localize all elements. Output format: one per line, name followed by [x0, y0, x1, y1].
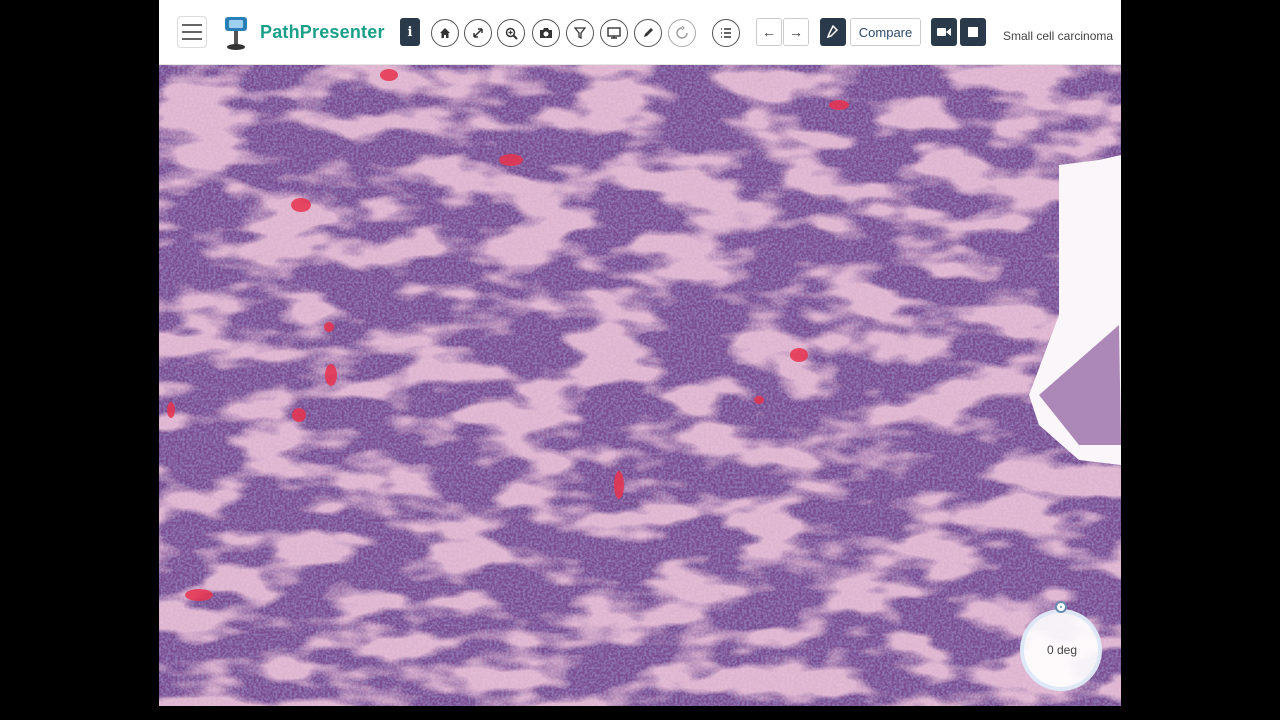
monitor-button[interactable] — [600, 19, 628, 47]
menu-button[interactable] — [177, 16, 207, 48]
pencil-icon — [644, 28, 653, 37]
compare-button[interactable]: Compare — [850, 18, 921, 46]
next-button[interactable]: → — [783, 18, 809, 46]
rotation-dial[interactable]: 0 deg — [1018, 601, 1110, 693]
menu-line — [182, 38, 202, 40]
slide-viewer[interactable] — [159, 65, 1121, 706]
filter-button[interactable] — [566, 19, 594, 47]
stop-icon — [968, 27, 978, 37]
rotate-icon — [676, 26, 688, 39]
arrow-left-icon: ← — [762, 24, 776, 40]
home-icon — [440, 28, 450, 38]
arrow-right-icon: → — [789, 24, 803, 40]
home-button[interactable] — [431, 19, 459, 47]
brand-logo-icon — [219, 14, 253, 52]
annotate-button[interactable] — [820, 18, 846, 46]
filter-icon — [574, 27, 586, 39]
list-button[interactable] — [712, 19, 740, 47]
camera-button[interactable] — [532, 19, 560, 47]
brand-name: PathPresenter — [260, 22, 385, 42]
video-icon — [937, 28, 951, 36]
annotate-icon — [827, 25, 839, 39]
video-button[interactable] — [931, 18, 957, 46]
zoom-button[interactable] — [497, 19, 525, 47]
zoom-icon — [505, 27, 518, 40]
rotation-handle-icon[interactable] — [1055, 601, 1067, 613]
fit-button[interactable] — [464, 19, 492, 47]
previous-button[interactable]: ← — [756, 18, 782, 46]
info-icon: i — [407, 24, 413, 40]
rotation-label: 0 deg — [1046, 643, 1078, 657]
stop-button[interactable] — [960, 18, 986, 46]
info-button[interactable]: i — [400, 18, 420, 46]
monitor-icon — [607, 27, 621, 39]
menu-line — [182, 24, 202, 26]
menu-line — [182, 31, 202, 33]
camera-icon — [540, 28, 552, 38]
toolbar: PathPresenter i ← → Compare Small cell c… — [159, 0, 1121, 65]
slide-title: Small cell carcinoma — [1003, 29, 1114, 43]
pencil-button[interactable] — [634, 19, 662, 47]
list-icon — [721, 28, 731, 38]
fit-icon — [473, 28, 483, 38]
app-window: PathPresenter i ← → Compare Small cell c… — [159, 0, 1121, 706]
tissue-image — [159, 65, 1121, 706]
rotate-button[interactable] — [668, 19, 696, 47]
